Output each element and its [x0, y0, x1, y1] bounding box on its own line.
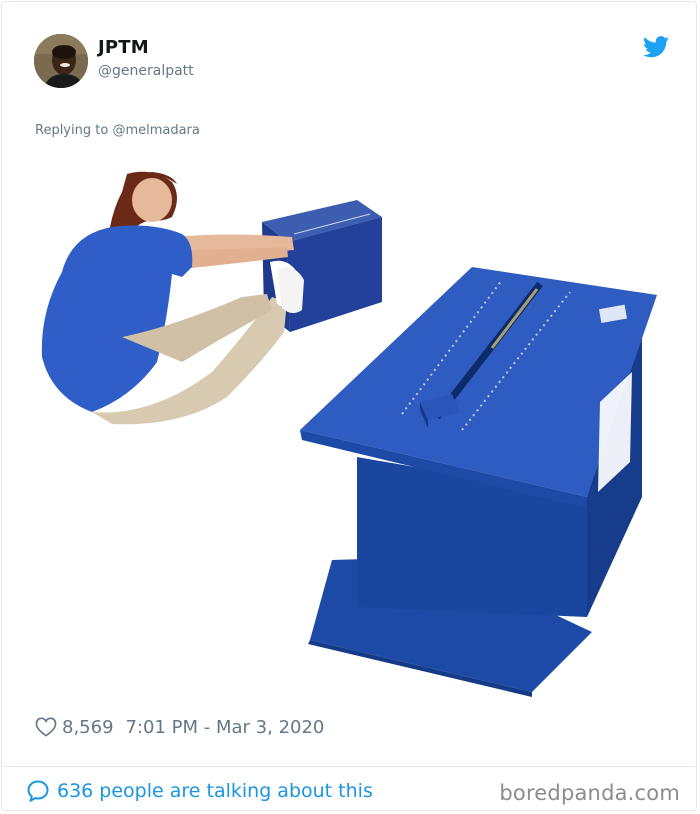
avatar[interactable]	[34, 34, 88, 88]
large-sit-and-reach-box	[300, 267, 657, 697]
conversation-text: 636 people are talking about this	[57, 780, 373, 802]
twitter-bird-icon[interactable]	[643, 36, 669, 58]
author-name[interactable]: JPTM	[98, 37, 149, 58]
avatar-photo	[34, 34, 88, 88]
watermark: boredpanda.com	[499, 781, 680, 805]
heart-icon[interactable]	[35, 717, 57, 737]
tweet-meta: 8,569 7:01 PM - Mar 3, 2020	[35, 715, 324, 739]
conversation-link[interactable]: 636 people are talking about this	[26, 778, 373, 804]
like-count[interactable]: 8,569	[62, 717, 114, 738]
tweet-image[interactable]	[32, 162, 672, 702]
footer-divider	[3, 766, 695, 767]
person	[41, 171, 304, 425]
replying-mention[interactable]: @melmadara	[112, 123, 199, 138]
replying-to: Replying to @melmadara	[35, 123, 200, 138]
replying-prefix: Replying to	[35, 123, 109, 138]
author-handle[interactable]: @generalpatt	[98, 63, 194, 79]
tweet-timestamp[interactable]: 7:01 PM - Mar 3, 2020	[126, 717, 325, 738]
speech-bubble-icon	[27, 780, 49, 803]
tweet-card: JPTM @generalpatt Replying to @melmadara	[1, 1, 697, 811]
